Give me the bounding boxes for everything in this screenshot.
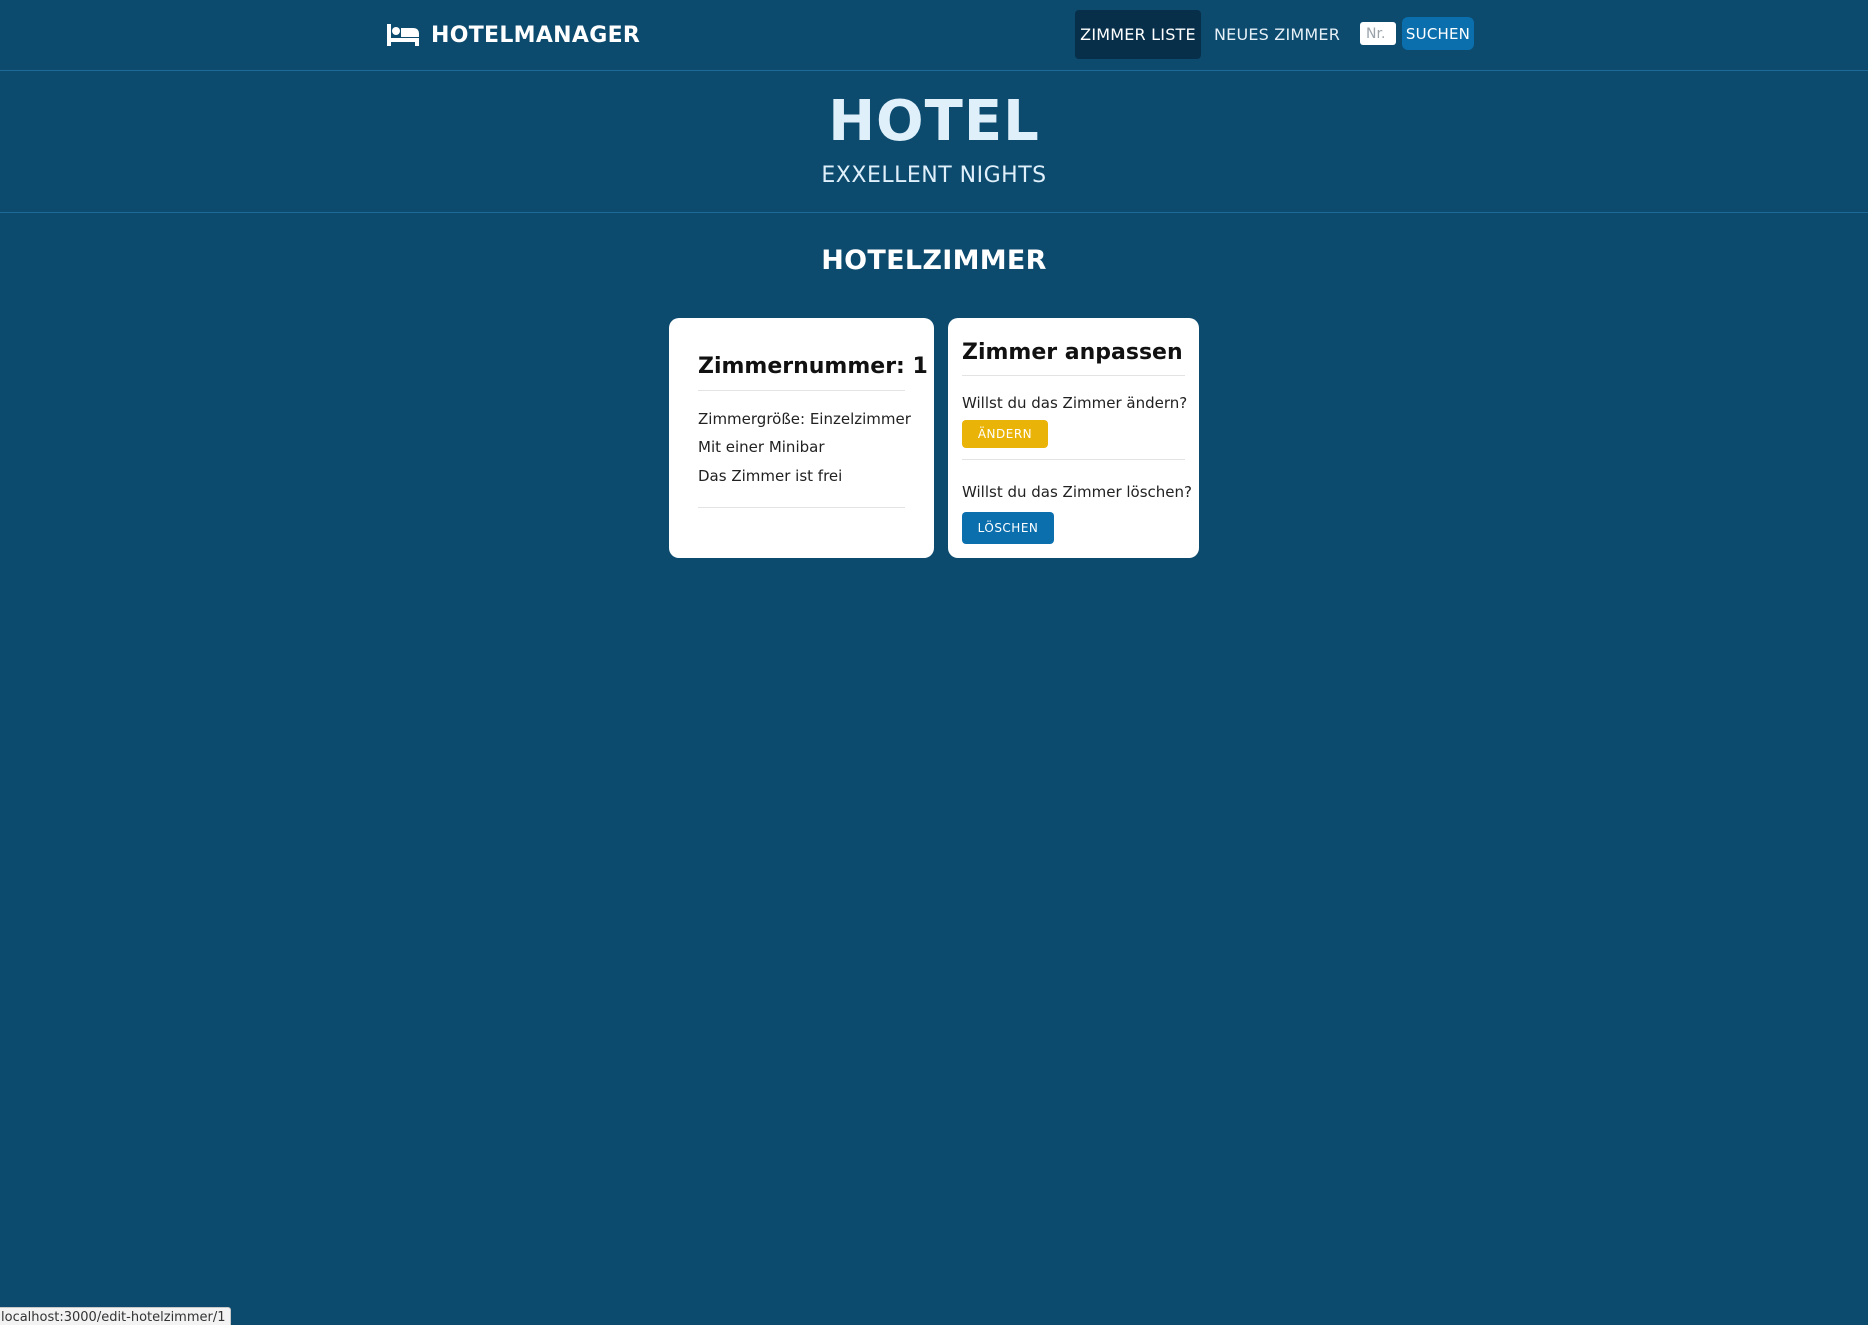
- edit-room-card: Zimmer anpassen Willst du das Zimmer änd…: [948, 318, 1199, 558]
- bed-icon: [387, 24, 419, 46]
- nav-zimmer-liste[interactable]: ZIMMER LISTE: [1075, 10, 1201, 59]
- room-minibar-text: Mit einer Minibar: [698, 438, 825, 456]
- navbar: HOTELMANAGER ZIMMER LISTE NEUES ZIMMER S…: [0, 0, 1868, 71]
- divider: [962, 459, 1185, 460]
- nav-neues-zimmer[interactable]: NEUES ZIMMER: [1209, 10, 1345, 59]
- divider: [698, 390, 905, 391]
- search-input[interactable]: [1360, 22, 1396, 45]
- delete-question: Willst du das Zimmer löschen?: [962, 483, 1193, 501]
- hero-title: HOTEL: [828, 89, 1040, 154]
- hero-banner: HOTEL EXXELLENT NIGHTS: [0, 71, 1868, 213]
- delete-room-button[interactable]: LÖSCHEN: [962, 512, 1054, 544]
- brand-link[interactable]: HOTELMANAGER: [387, 20, 640, 50]
- search-button[interactable]: SUCHEN: [1402, 17, 1474, 50]
- brand-title: HOTELMANAGER: [431, 22, 641, 48]
- change-room-button[interactable]: ÄNDERN: [962, 420, 1048, 448]
- room-number-title: Zimmernummer: 1: [698, 354, 928, 379]
- edit-card-title: Zimmer anpassen: [962, 340, 1183, 365]
- divider: [962, 375, 1185, 376]
- section-title: HOTELZIMMER: [821, 245, 1047, 276]
- hero-subtitle: EXXELLENT NIGHTS: [821, 163, 1047, 188]
- room-card: Zimmernummer: 1 Zimmergröße: Einzelzimme…: [669, 318, 934, 558]
- room-status-text: Das Zimmer ist frei: [698, 467, 843, 485]
- change-question: Willst du das Zimmer ändern?: [962, 394, 1188, 412]
- divider: [698, 507, 905, 508]
- status-bar-url: localhost:3000/edit-hotelzimmer/1: [0, 1307, 231, 1325]
- room-size-text: Zimmergröße: Einzelzimmer: [698, 410, 911, 428]
